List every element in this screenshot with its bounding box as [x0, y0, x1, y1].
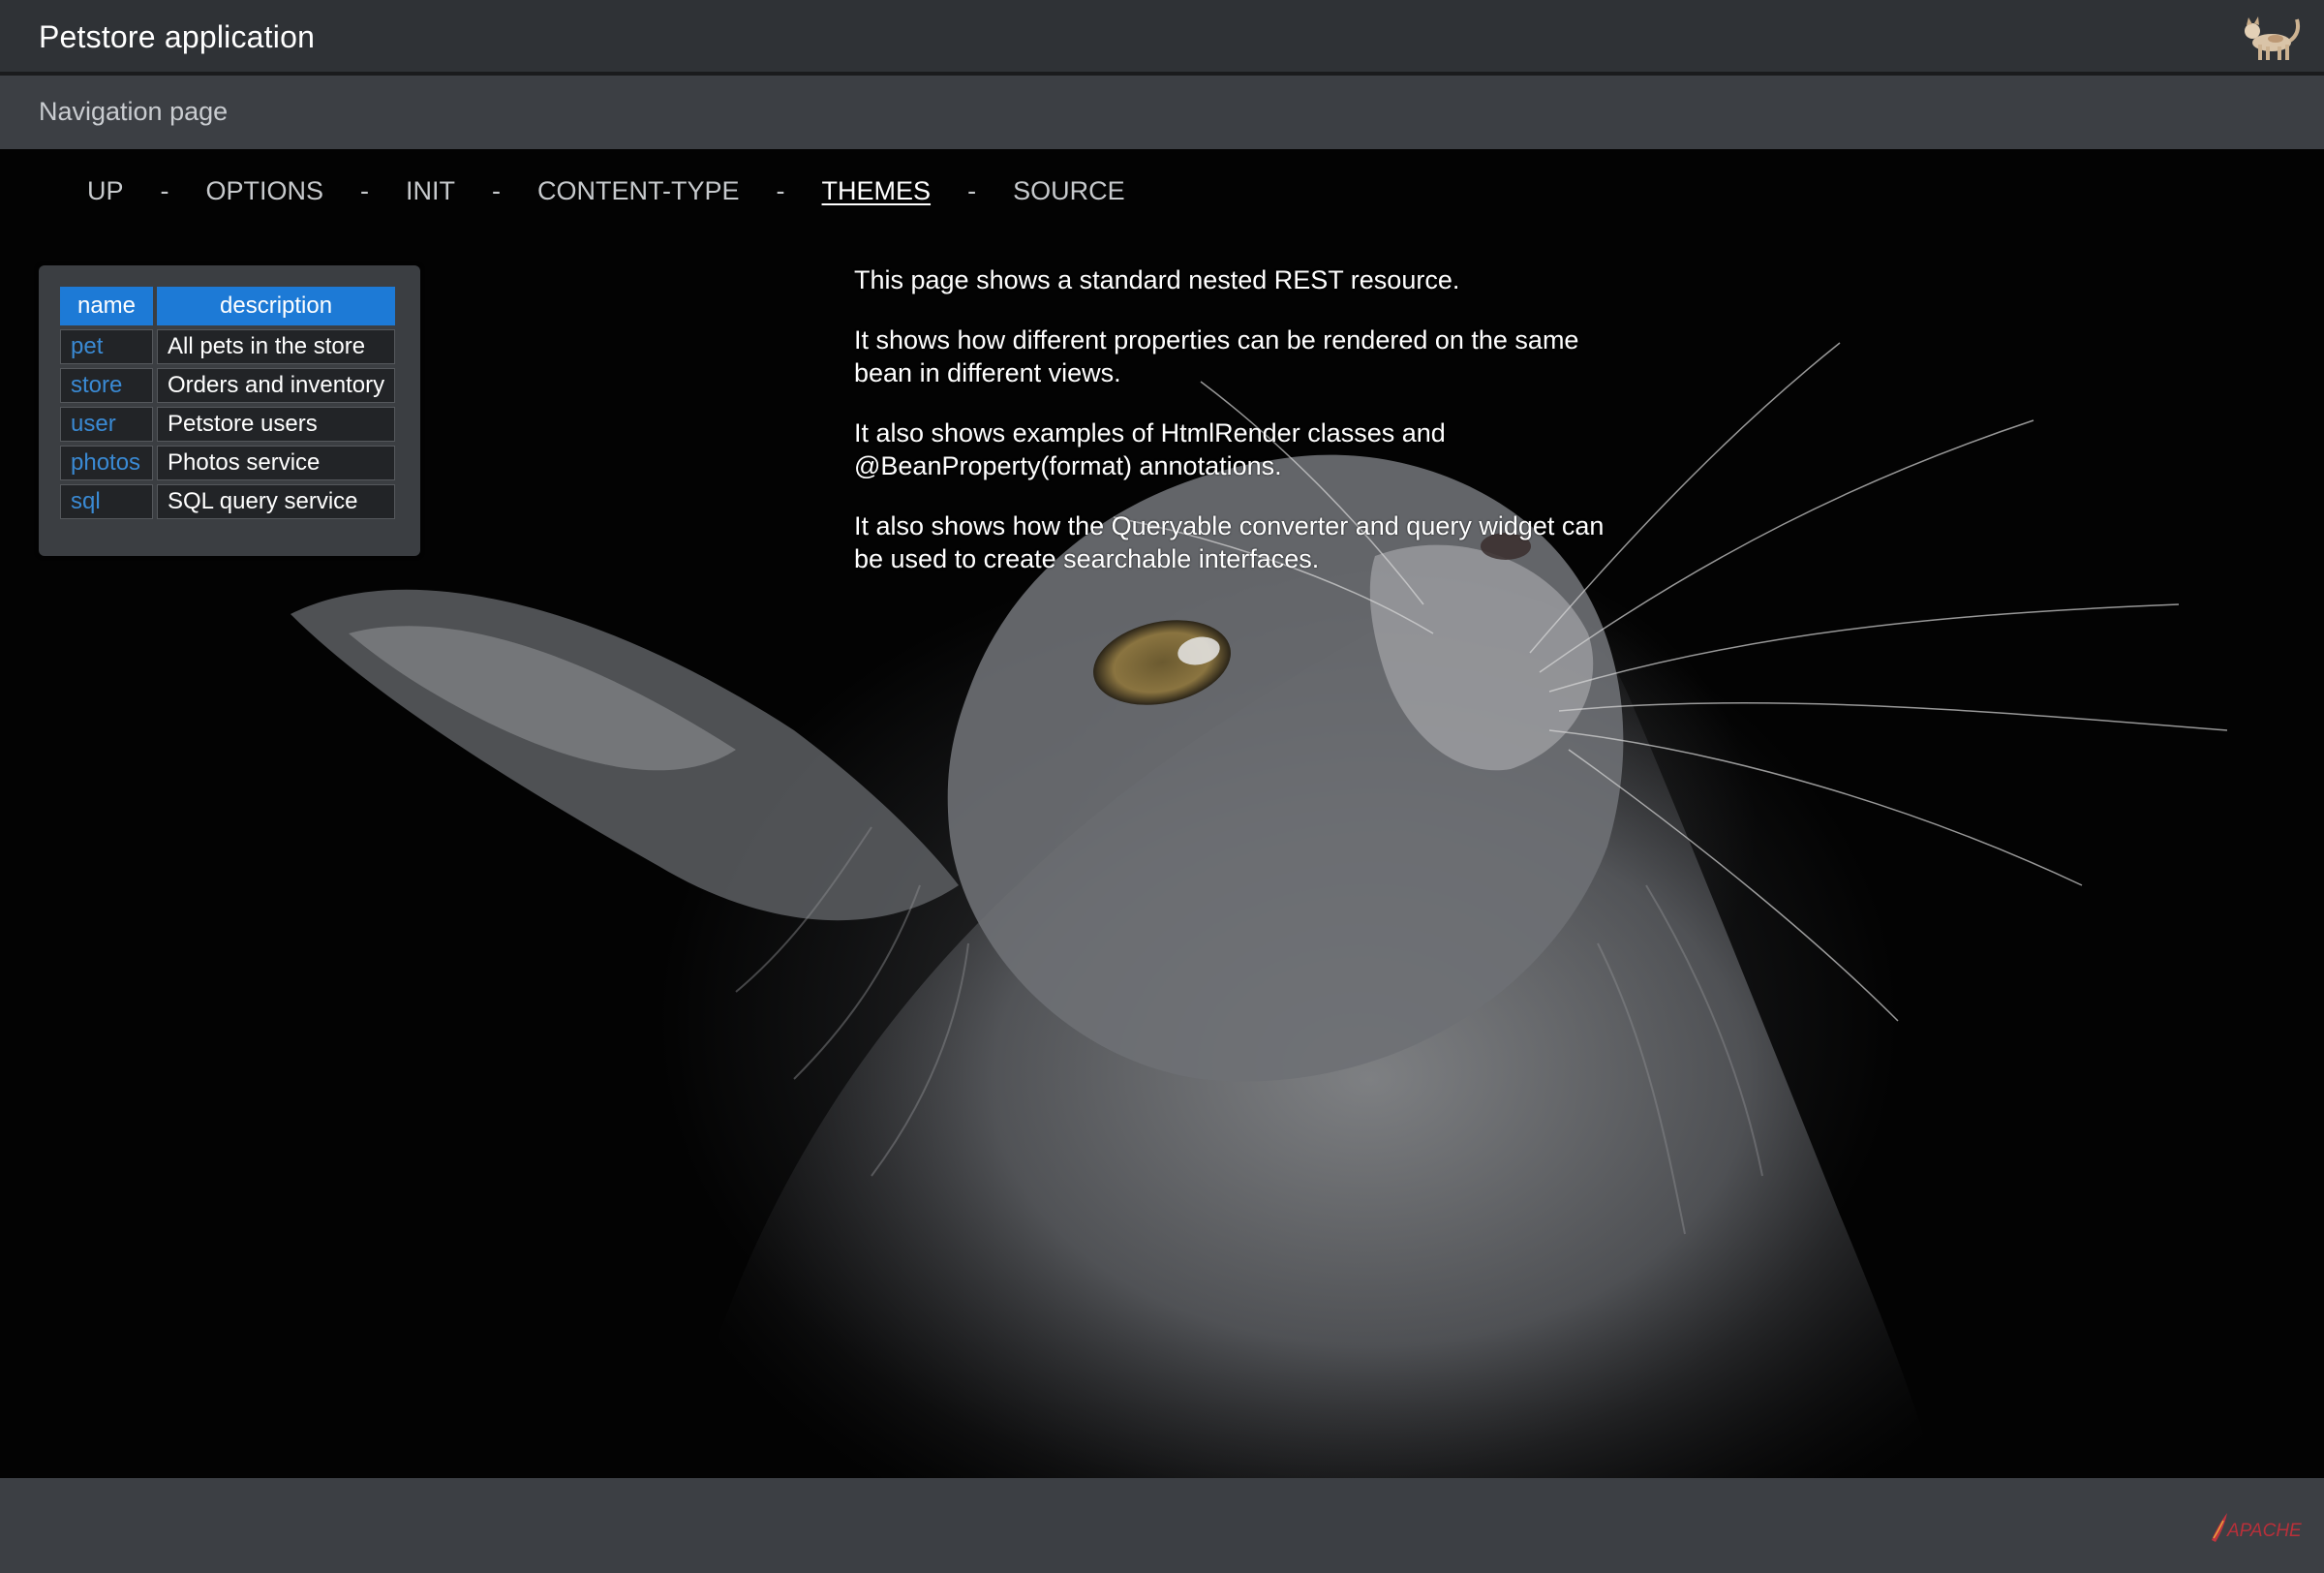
table-cell-name: store [60, 368, 153, 403]
table-cell-description: SQL query service [157, 484, 396, 519]
resource-link-sql[interactable]: sql [71, 488, 101, 514]
resource-link-store[interactable]: store [71, 372, 122, 398]
table-row: photos Photos service [60, 446, 396, 480]
table-row: pet All pets in the store [60, 329, 396, 364]
nav-link-source[interactable]: SOURCE [1013, 176, 1125, 206]
page-title: Navigation page [39, 97, 229, 126]
apache-logo-text: APACHE [2226, 1521, 2302, 1541]
resource-link-user[interactable]: user [71, 411, 116, 437]
description-paragraph: It also shows how the Queryable converte… [854, 511, 1605, 573]
table-header-row: name description [60, 287, 396, 325]
table-cell-name: sql [60, 484, 153, 519]
table-cell-description: All pets in the store [157, 329, 396, 364]
nav-link-themes[interactable]: THEMES [822, 176, 932, 206]
description-paragraph: It shows how different properties can be… [854, 325, 1579, 387]
column-header-description: description [157, 287, 396, 325]
resource-table-panel: name description pet All pets in the sto… [39, 265, 420, 556]
table-cell-description: Photos service [157, 446, 396, 480]
nav-separator: - [776, 176, 785, 205]
app-header: Petstore application [0, 0, 2324, 76]
table-row: store Orders and inventory [60, 368, 396, 403]
column-header-name: name [60, 287, 153, 325]
footer: APACHE [0, 1478, 2324, 1573]
nav-link-content-type[interactable]: CONTENT-TYPE [537, 176, 740, 206]
description-paragraph: This page shows a standard nested REST r… [854, 265, 1460, 294]
table-cell-description: Orders and inventory [157, 368, 396, 403]
resource-table: name description pet All pets in the sto… [56, 283, 399, 523]
description-paragraph: It also shows examples of HtmlRender cla… [854, 418, 1446, 480]
cat-icon[interactable] [2237, 6, 2305, 66]
table-row: user Petstore users [60, 407, 396, 442]
table-cell-name: photos [60, 446, 153, 480]
table-cell-name: user [60, 407, 153, 442]
nav-links: UP - OPTIONS - INIT - CONTENT-TYPE - THE… [87, 176, 1125, 206]
nav-link-options[interactable]: OPTIONS [206, 176, 324, 206]
table-row: sql SQL query service [60, 484, 396, 519]
nav-link-init[interactable]: INIT [406, 176, 455, 206]
app-title: Petstore application [39, 19, 316, 54]
resource-link-pet[interactable]: pet [71, 333, 103, 359]
nav-separator: - [360, 176, 370, 205]
resource-link-photos[interactable]: photos [71, 449, 140, 476]
nav-separator: - [967, 176, 977, 205]
nav-separator: - [160, 176, 169, 205]
table-cell-name: pet [60, 329, 153, 364]
page: Petstore application Navigation page UP … [0, 0, 2324, 1573]
apache-feather-icon[interactable]: APACHE [2206, 1507, 2303, 1546]
nav-link-up[interactable]: UP [87, 176, 124, 206]
nav-header: Navigation page [0, 76, 2324, 149]
nav-separator: - [492, 176, 502, 205]
page-description: This page shows a standard nested REST r… [854, 263, 1629, 602]
main-content: UP - OPTIONS - INIT - CONTENT-TYPE - THE… [0, 149, 2324, 1478]
table-cell-description: Petstore users [157, 407, 396, 442]
